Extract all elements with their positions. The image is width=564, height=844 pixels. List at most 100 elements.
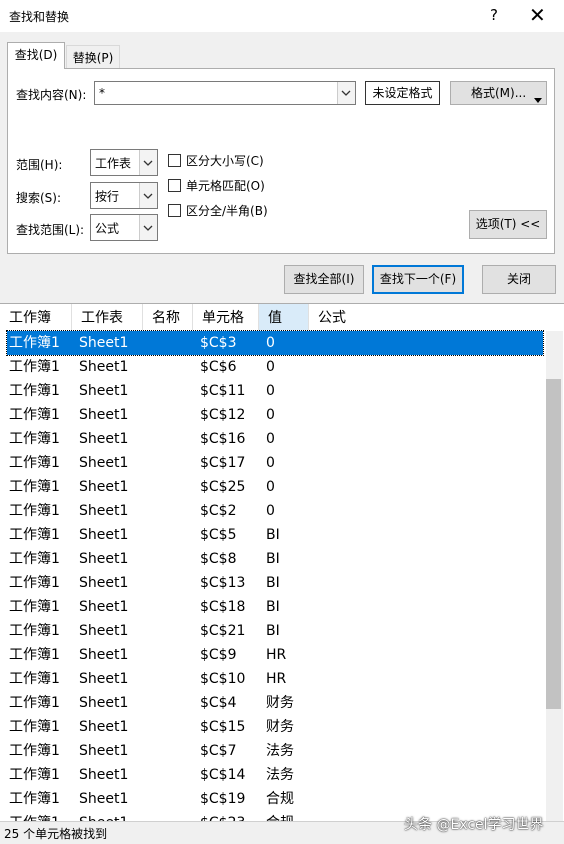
cell-address: $C$4 — [200, 695, 237, 711]
cell-workbook: 工作簿1 — [9, 767, 60, 783]
find-what-input[interactable]: * — [94, 81, 356, 105]
cell-sheet: Sheet1 — [79, 503, 129, 519]
format-button[interactable]: 格式(M)... — [450, 81, 547, 105]
cell-address: $C$12 — [200, 407, 246, 423]
find-all-button[interactable]: 查找全部(I) — [284, 265, 364, 294]
cell-value: 0 — [266, 503, 275, 519]
cell-address: $C$9 — [200, 647, 237, 663]
table-row[interactable]: 工作簿1 Sheet1 $C$19 合规 — [0, 787, 546, 811]
cell-workbook: 工作簿1 — [9, 647, 60, 663]
table-row[interactable]: 工作簿1 Sheet1 $C$13 BI — [0, 571, 546, 595]
table-row[interactable]: 工作簿1 Sheet1 $C$6 0 — [0, 355, 546, 379]
cell-value: 0 — [266, 335, 275, 351]
table-row[interactable]: 工作簿1 Sheet1 $C$16 0 — [0, 427, 546, 451]
scrollbar-thumb[interactable] — [546, 379, 561, 709]
column-header-formula[interactable]: 公式 — [309, 304, 546, 330]
cell-value: 0 — [266, 455, 275, 471]
cell-value: HR — [266, 647, 287, 663]
look-in-select[interactable]: 公式 — [90, 214, 158, 241]
table-row[interactable]: 工作簿1 Sheet1 $C$12 0 — [0, 403, 546, 427]
table-row[interactable]: 工作簿1 Sheet1 $C$2 0 — [0, 499, 546, 523]
column-header-name[interactable]: 名称 — [143, 304, 193, 330]
table-row[interactable]: 工作簿1 Sheet1 $C$7 法务 — [0, 739, 546, 763]
table-row[interactable]: 工作簿1 Sheet1 $C$25 0 — [0, 475, 546, 499]
results-scrollbar[interactable] — [546, 331, 563, 822]
table-row[interactable]: 工作簿1 Sheet1 $C$21 BI — [0, 619, 546, 643]
cell-sheet: Sheet1 — [79, 671, 129, 687]
title-bar: 查找和替换 ? ✕ — [0, 0, 564, 32]
chevron-down-icon[interactable] — [139, 150, 157, 175]
cell-workbook: 工作簿1 — [9, 407, 60, 423]
cell-value: BI — [266, 599, 280, 615]
table-row[interactable]: 工作簿1 Sheet1 $C$14 法务 — [0, 763, 546, 787]
table-row[interactable]: 工作簿1 Sheet1 $C$15 财务 — [0, 715, 546, 739]
cell-workbook: 工作簿1 — [9, 479, 60, 495]
format-dropdown-icon — [534, 89, 542, 111]
cell-value: 0 — [266, 479, 275, 495]
cell-value: 法务 — [266, 767, 294, 783]
checkbox-box[interactable] — [168, 204, 181, 217]
find-what-dropdown-arrow[interactable] — [337, 82, 355, 104]
table-row[interactable]: 工作簿1 Sheet1 $C$3 0 — [6, 330, 544, 356]
cell-address: $C$8 — [200, 551, 237, 567]
table-row[interactable]: 工作簿1 Sheet1 $C$5 BI — [0, 523, 546, 547]
tab-find[interactable]: 查找(D) — [7, 42, 65, 69]
options-button[interactable]: 选项(T) << — [469, 210, 547, 239]
cell-workbook: 工作簿1 — [9, 383, 60, 399]
cell-value: HR — [266, 671, 287, 687]
help-button[interactable]: ? — [490, 6, 498, 24]
cell-address: $C$13 — [200, 575, 246, 591]
cell-address: $C$5 — [200, 527, 237, 543]
cell-value: BI — [266, 575, 280, 591]
table-row[interactable]: 工作簿1 Sheet1 $C$11 0 — [0, 379, 546, 403]
table-row[interactable]: 工作簿1 Sheet1 $C$10 HR — [0, 667, 546, 691]
column-header-workbook[interactable]: 工作簿 — [0, 304, 72, 330]
cell-sheet: Sheet1 — [79, 383, 129, 399]
close-window-button[interactable]: ✕ — [529, 3, 546, 27]
cell-value: 法务 — [266, 743, 294, 759]
table-row[interactable]: 工作簿1 Sheet1 $C$9 HR — [0, 643, 546, 667]
cell-address: $C$11 — [200, 383, 246, 399]
cell-value: BI — [266, 551, 280, 567]
cell-sheet: Sheet1 — [79, 647, 129, 663]
find-next-button[interactable]: 查找下一个(F) — [372, 265, 464, 294]
cell-workbook: 工作簿1 — [9, 719, 60, 735]
cell-workbook: 工作簿1 — [9, 335, 60, 351]
format-preview: 未设定格式 — [365, 81, 440, 105]
cell-workbook: 工作簿1 — [9, 623, 60, 639]
within-select[interactable]: 工作表 — [90, 149, 158, 176]
cell-address: $C$3 — [200, 335, 237, 351]
table-row[interactable]: 工作簿1 Sheet1 $C$4 财务 — [0, 691, 546, 715]
cell-value: 0 — [266, 359, 275, 375]
column-header-sheet[interactable]: 工作表 — [72, 304, 143, 330]
cell-address: $C$25 — [200, 479, 246, 495]
results-list[interactable]: 工作簿 工作表 名称 单元格 值 公式 工作簿1 Sheet1 $C$3 0 工作簿1 S… — [0, 303, 564, 822]
cell-address: $C$21 — [200, 623, 246, 639]
match-entire-cell-checkbox[interactable]: 单元格匹配(O) — [168, 177, 265, 194]
column-header-cell[interactable]: 单元格 — [193, 304, 259, 330]
watermark: 头条 @Excel学习世界 — [404, 817, 544, 833]
checkbox-box[interactable] — [168, 154, 181, 167]
match-case-checkbox[interactable]: 区分大小写(C) — [168, 152, 264, 169]
cell-sheet: Sheet1 — [79, 695, 129, 711]
format-button-label: 格式(M)... — [471, 86, 527, 100]
search-select[interactable]: 按行 — [90, 182, 158, 209]
chevron-down-icon[interactable] — [139, 183, 157, 208]
status-text: 25 个单元格被找到 — [4, 827, 108, 841]
table-row[interactable]: 工作簿1 Sheet1 $C$18 BI — [0, 595, 546, 619]
column-header-value[interactable]: 值 — [259, 304, 309, 330]
cell-sheet: Sheet1 — [79, 575, 129, 591]
match-byte-checkbox[interactable]: 区分全/半角(B) — [168, 202, 268, 219]
cell-sheet: Sheet1 — [79, 623, 129, 639]
cell-address: $C$7 — [200, 743, 237, 759]
table-row[interactable]: 工作簿1 Sheet1 $C$8 BI — [0, 547, 546, 571]
table-row[interactable]: 工作簿1 Sheet1 $C$17 0 — [0, 451, 546, 475]
checkbox-box[interactable] — [168, 179, 181, 192]
cell-sheet: Sheet1 — [79, 359, 129, 375]
cell-sheet: Sheet1 — [79, 743, 129, 759]
close-button[interactable]: 关闭 — [482, 265, 556, 294]
cell-sheet: Sheet1 — [79, 599, 129, 615]
cell-sheet: Sheet1 — [79, 719, 129, 735]
tab-replace[interactable]: 替换(P) — [66, 45, 120, 69]
chevron-down-icon[interactable] — [139, 215, 157, 240]
